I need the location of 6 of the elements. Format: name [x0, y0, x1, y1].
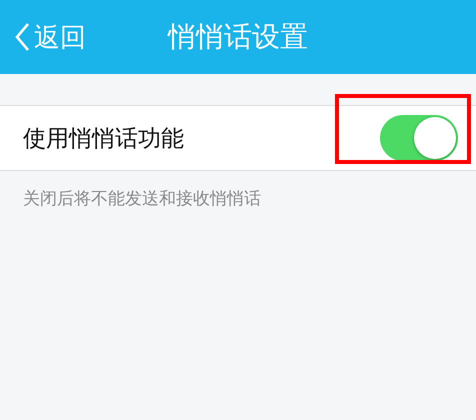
setting-label: 使用悄悄话功能 [23, 124, 184, 154]
page-title: 悄悄话设置 [168, 19, 308, 55]
hint-text: 关闭后将不能发送和接收悄悄话 [23, 188, 262, 210]
back-chevron-icon [14, 22, 30, 52]
back-button[interactable]: 返回 [0, 20, 86, 54]
toggle-switch[interactable] [380, 115, 458, 161]
